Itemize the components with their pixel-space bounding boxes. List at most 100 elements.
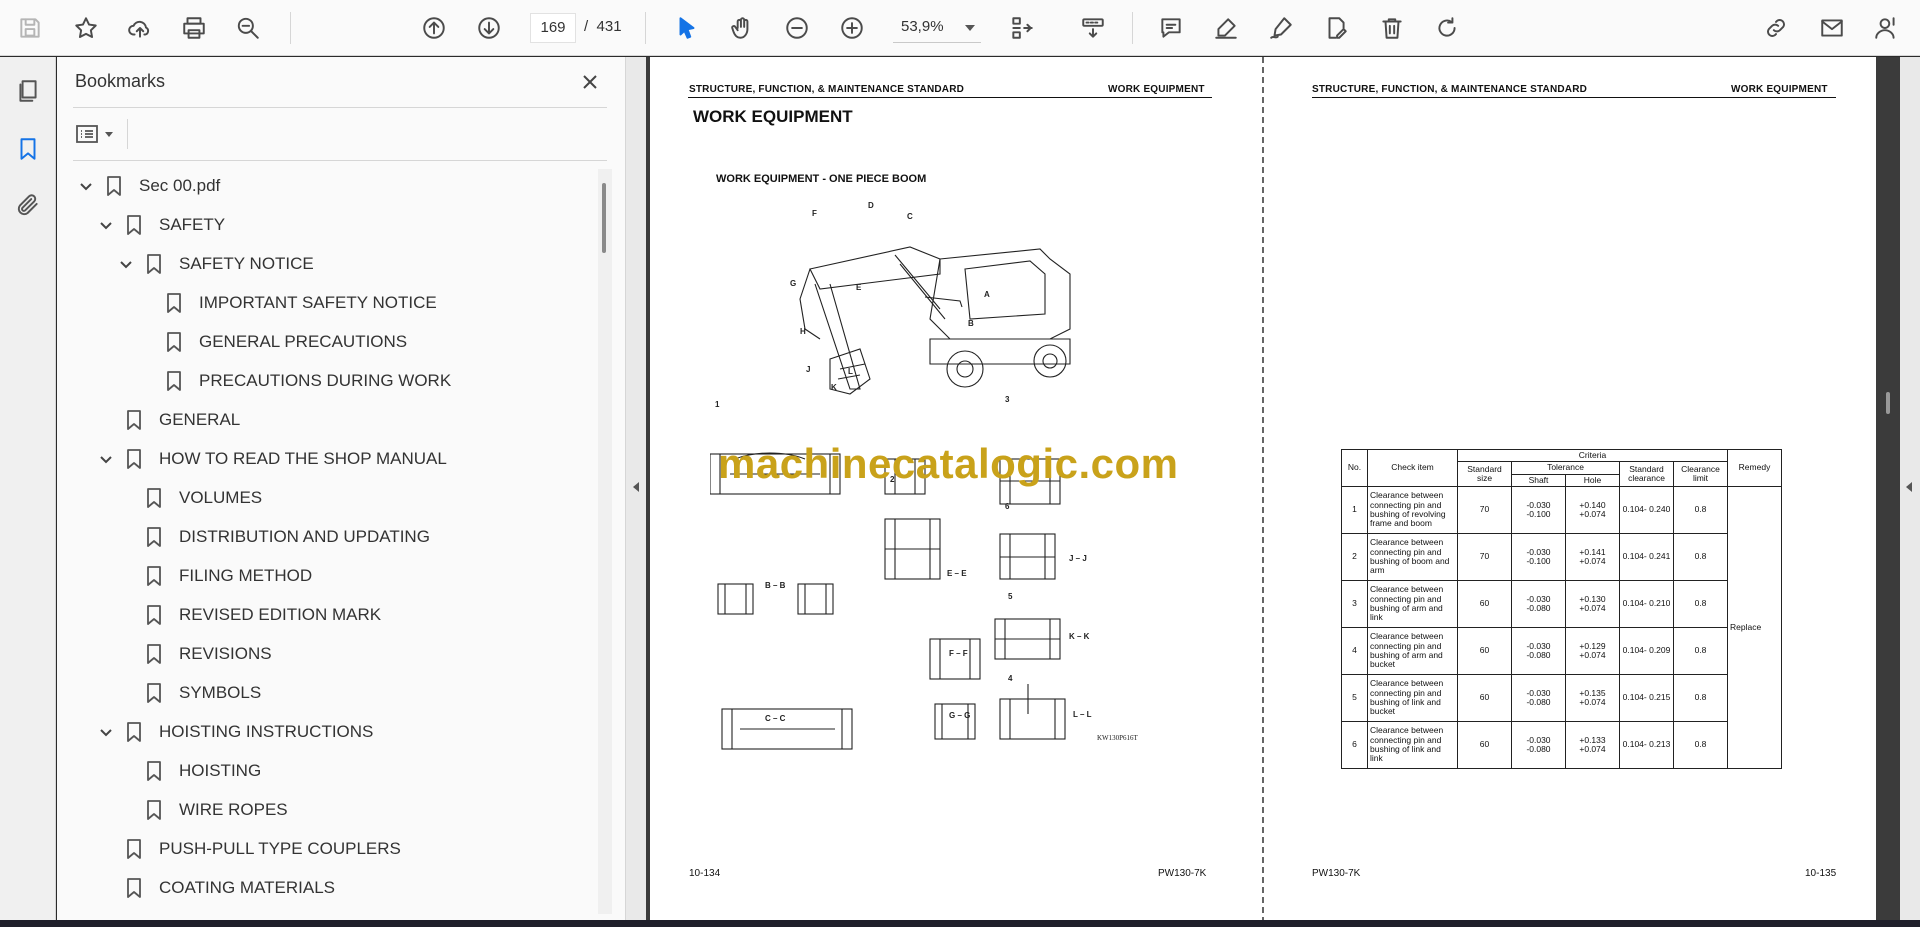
collapse-panel-handle[interactable] xyxy=(626,57,646,920)
point-label: H xyxy=(800,327,806,336)
chevron-down-icon[interactable] xyxy=(95,448,117,470)
cell-shaft-tolerance: -0.030 -0.080 xyxy=(1511,627,1566,676)
bookmark-item[interactable]: COATING MATERIALS xyxy=(95,871,335,905)
bookmark-label: SYMBOLS xyxy=(179,683,262,702)
bookmark-item[interactable]: Sec 00.pdf xyxy=(75,169,220,203)
bookmark-item[interactable]: HOISTING INSTRUCTIONS xyxy=(95,715,373,749)
bookmark-item[interactable]: DISTRIBUTION AND UPDATING xyxy=(115,520,430,554)
cell-standard-clearance: 0.104- 0.209 xyxy=(1619,627,1674,676)
cell-clearance-limit: 0.8 xyxy=(1673,721,1728,770)
chevron-down-icon[interactable] xyxy=(75,175,97,197)
bookmark-icon xyxy=(163,330,185,354)
bookmark-item[interactable]: HOW TO READ THE SHOP MANUAL xyxy=(95,442,447,476)
cell-standard-size: 70 xyxy=(1457,533,1512,582)
bookmark-icon xyxy=(143,759,165,783)
trash-icon[interactable] xyxy=(1372,8,1412,48)
figure-title: WORK EQUIPMENT - ONE PIECE BOOM xyxy=(716,173,927,185)
scroll-mode-icon[interactable] xyxy=(1073,8,1113,48)
bookmark-label: PRECAUTIONS DURING WORK xyxy=(199,371,452,390)
bookmark-icon xyxy=(143,681,165,705)
previous-page-icon[interactable] xyxy=(414,8,454,48)
bookmark-item[interactable]: FILING METHOD xyxy=(115,559,312,593)
save-icon[interactable] xyxy=(10,8,50,48)
section-label: J – J xyxy=(1069,554,1087,563)
chevron-down-icon[interactable] xyxy=(95,214,117,236)
zoom-search-icon[interactable] xyxy=(228,8,268,48)
bookmark-options-button[interactable] xyxy=(75,119,125,149)
edit-document-icon[interactable] xyxy=(1316,8,1356,48)
right-panel-handle[interactable] xyxy=(1900,57,1920,920)
scrollbar-thumb[interactable] xyxy=(602,183,606,253)
rotate-icon[interactable] xyxy=(1427,8,1467,48)
fit-page-icon[interactable] xyxy=(1002,8,1042,48)
page-thumbnails-icon[interactable] xyxy=(8,71,48,111)
bookmark-icon xyxy=(143,564,165,588)
cell-hole-tolerance: +0.130 +0.074 xyxy=(1565,580,1620,629)
next-page-icon[interactable] xyxy=(469,8,509,48)
bookmark-item[interactable]: REVISIONS xyxy=(115,637,272,671)
page-title: WORK EQUIPMENT xyxy=(693,107,853,126)
bookmark-item[interactable]: GENERAL xyxy=(95,403,240,437)
email-icon[interactable] xyxy=(1812,8,1852,48)
star-icon[interactable] xyxy=(66,8,106,48)
bookmark-icon xyxy=(163,291,185,315)
figure-code: KW130P616T xyxy=(1097,734,1138,742)
header-hole: Hole xyxy=(1565,473,1620,488)
account-icon[interactable] xyxy=(1866,8,1906,48)
chevron-down-icon[interactable] xyxy=(95,721,117,743)
document-view[interactable]: STRUCTURE, FUNCTION, & MAINTENANCE STAND… xyxy=(646,57,1900,920)
attachments-icon[interactable] xyxy=(8,185,48,225)
bookmark-label: HOW TO READ THE SHOP MANUAL xyxy=(159,449,447,468)
bookmark-item[interactable]: SAFETY xyxy=(95,208,225,242)
close-panel-button[interactable] xyxy=(575,67,605,97)
comment-icon[interactable] xyxy=(1151,8,1191,48)
bookmark-icon xyxy=(123,837,145,861)
chevron-down-icon[interactable] xyxy=(115,253,137,275)
sign-pen-icon[interactable] xyxy=(1261,8,1301,48)
select-cursor-icon[interactable] xyxy=(667,8,707,48)
print-icon[interactable] xyxy=(174,8,214,48)
upload-cloud-icon[interactable] xyxy=(120,8,160,48)
bookmark-item[interactable]: HOISTING xyxy=(115,754,261,788)
detail-number: 5 xyxy=(1008,592,1013,601)
bookmarks-icon[interactable] xyxy=(8,129,48,169)
cell-check-item: Clearance between connecting pin and bus… xyxy=(1367,627,1458,676)
bookmark-icon xyxy=(123,876,145,900)
cell-hole-tolerance: +0.141 +0.074 xyxy=(1565,533,1620,582)
hand-tool-icon[interactable] xyxy=(722,8,762,48)
bookmark-icon xyxy=(143,486,165,510)
bookmark-item[interactable]: SYMBOLS xyxy=(115,676,261,710)
bookmark-item[interactable]: SAFETY NOTICE xyxy=(115,247,314,281)
cell-standard-clearance: 0.104- 0.215 xyxy=(1619,674,1674,723)
page-footer-left: PW130-7K xyxy=(1312,868,1361,879)
bookmark-item[interactable]: IMPORTANT SAFETY NOTICE xyxy=(135,286,437,320)
bookmark-item[interactable]: PRECAUTIONS DURING WORK xyxy=(135,364,451,398)
zoom-out-icon[interactable] xyxy=(777,8,817,48)
bookmark-scrollbar[interactable] xyxy=(598,169,612,914)
bookmark-item[interactable]: REVISED EDITION MARK xyxy=(115,598,381,632)
highlight-pen-icon[interactable] xyxy=(1206,8,1246,48)
point-label: A xyxy=(984,290,990,299)
zoom-level-select[interactable]: 53,9% xyxy=(893,13,981,43)
cell-shaft-tolerance: -0.030 -0.080 xyxy=(1511,721,1566,770)
panel-title: Bookmarks xyxy=(75,71,166,91)
bookmark-item[interactable]: PUSH-PULL TYPE COUPLERS xyxy=(95,832,401,866)
bookmark-item[interactable]: GENERAL PRECAUTIONS xyxy=(135,325,407,359)
bookmark-item[interactable]: WIRE ROPES xyxy=(115,793,288,827)
header-standard-size: Standard size xyxy=(1457,461,1512,488)
document-scroll-indicator[interactable] xyxy=(1886,392,1890,414)
share-link-icon[interactable] xyxy=(1756,8,1796,48)
zoom-in-icon[interactable] xyxy=(832,8,872,48)
page-header-right: WORK EQUIPMENT xyxy=(1108,84,1205,95)
bookmark-label: HOISTING xyxy=(179,761,262,780)
page-number-input[interactable]: 169 xyxy=(530,13,576,43)
point-label: J xyxy=(806,365,811,374)
page-footer-right: 10-135 xyxy=(1805,868,1837,879)
bookmark-item[interactable]: VOLUMES xyxy=(115,481,262,515)
